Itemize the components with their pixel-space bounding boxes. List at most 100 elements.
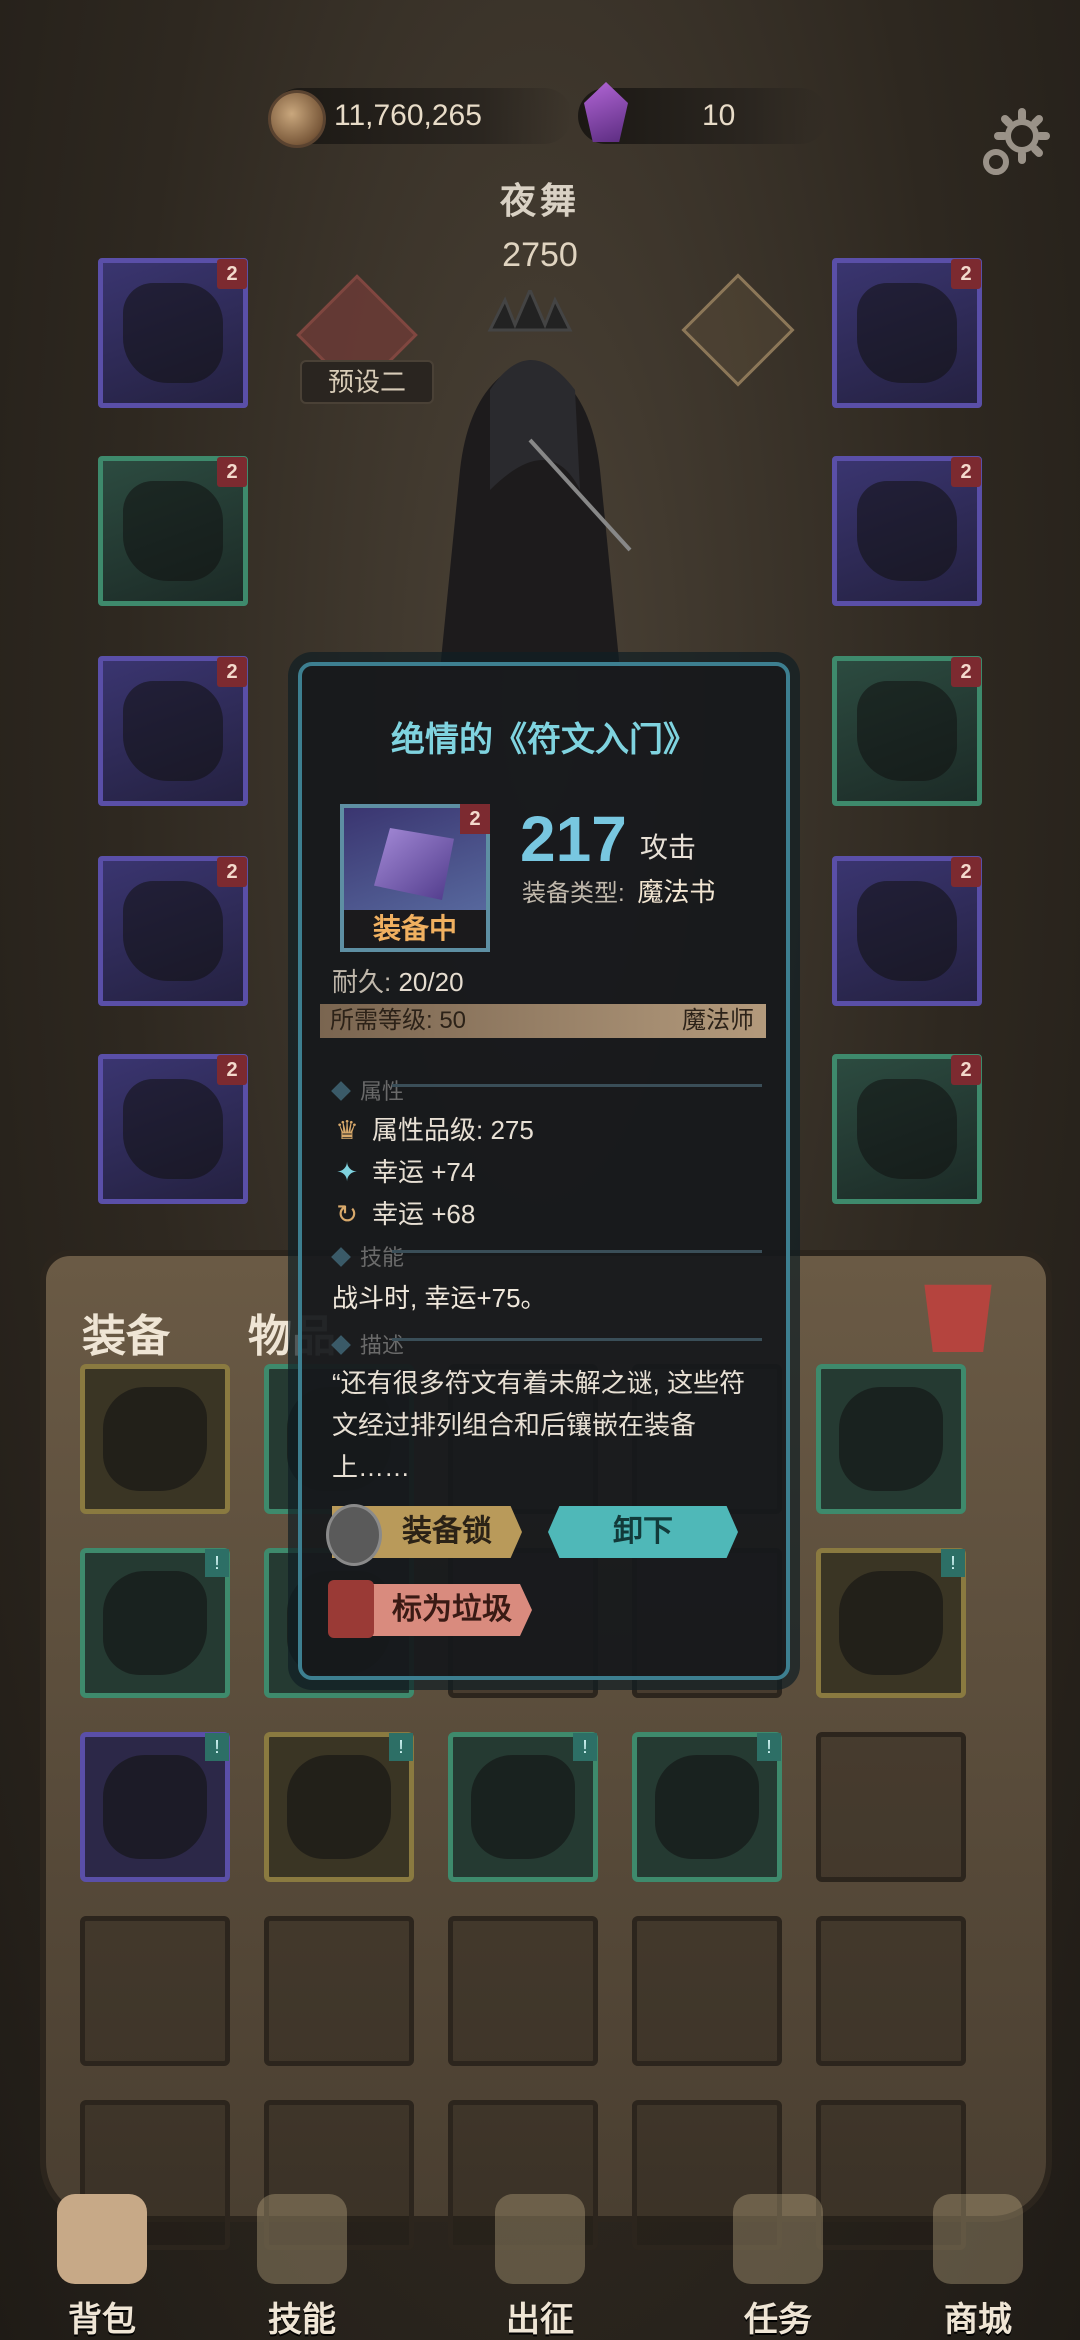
equip-slot-helmet[interactable]: 2 — [98, 258, 248, 408]
equip-slot-ring[interactable]: 2 — [832, 456, 982, 606]
sword-icon — [495, 2194, 585, 2284]
level-badge: 2 — [217, 657, 247, 687]
level-badge: 2 — [951, 1055, 981, 1085]
inventory-slot[interactable] — [264, 1916, 414, 2066]
resource-bar: 11,760,265 10 — [0, 82, 1080, 152]
star-ring-icon — [857, 681, 957, 781]
item-icon — [655, 1755, 759, 1859]
quest-scroll-icon — [733, 2194, 823, 2284]
required-level: 所需等级: 50 — [330, 1007, 467, 1034]
section-divider — [392, 1338, 762, 1341]
new-item-badge: ! — [205, 1549, 229, 1577]
unequip-button[interactable]: 卸下 — [548, 1506, 738, 1558]
level-badge: 2 — [951, 457, 981, 487]
spellbook-icon — [857, 1079, 957, 1179]
backpack-icon — [57, 2194, 147, 2284]
level-badge: 2 — [460, 804, 490, 834]
character-name: 夜舞 — [499, 180, 580, 221]
equip-slot-pants[interactable]: 2 — [98, 856, 248, 1006]
item-icon — [839, 1571, 943, 1675]
inventory-slot[interactable]: ! — [80, 1732, 230, 1882]
new-item-badge: ! — [389, 1733, 413, 1761]
inventory-slot[interactable] — [816, 1364, 966, 1514]
new-item-badge: ! — [941, 1549, 965, 1577]
gem-value: 10 — [702, 99, 736, 132]
durability-value: 20/20 — [398, 967, 464, 997]
pants-icon — [123, 881, 223, 981]
item-icon — [103, 1571, 207, 1675]
attack-value: 217 — [520, 803, 627, 875]
new-item-badge: ! — [205, 1733, 229, 1761]
item-icon — [471, 1755, 575, 1859]
section-divider — [392, 1084, 762, 1087]
tab-equipment[interactable]: 装备 — [82, 1300, 170, 1364]
required-class: 魔法师 — [682, 1007, 754, 1034]
shop-icon — [933, 2194, 1023, 2284]
crown-icon: ♛ — [335, 1115, 359, 1145]
nav-skills[interactable]: 技能 — [212, 2180, 392, 2340]
level-badge: 2 — [951, 857, 981, 887]
lantern-trash-icon — [328, 1580, 374, 1638]
section-divider — [392, 1250, 762, 1253]
wand-icon — [857, 881, 957, 981]
durability: 耐久: 20/20 — [332, 962, 464, 999]
coin-counter: 11,760,265 — [268, 88, 572, 148]
coin-icon — [268, 90, 326, 148]
lock-icon — [326, 1504, 382, 1566]
equip-type-label: 装备类型: — [522, 880, 625, 907]
nav-backpack[interactable]: 背包 — [12, 2180, 192, 2340]
purple-rose-icon — [857, 481, 957, 581]
inventory-slot[interactable]: ! — [80, 1548, 230, 1698]
item-icon — [103, 1387, 207, 1491]
equip-slot-amulet[interactable]: 2 — [832, 258, 982, 408]
new-item-badge: ! — [757, 1733, 781, 1761]
purple-gem-icon — [584, 82, 628, 142]
coin-value: 11,760,265 — [334, 99, 482, 132]
equip-slot-boots[interactable]: 2 — [98, 1054, 248, 1204]
equip-slot-gloves[interactable]: 2 — [98, 656, 248, 806]
description-text: “还有很多符文有着未解之谜, 这些符文经过排列组合和后镶嵌在装备上…… — [332, 1368, 746, 1482]
equip-slot-offhand[interactable]: 2 — [832, 1054, 982, 1204]
armor-icon — [123, 481, 223, 581]
gem-counter: 10 — [578, 82, 828, 144]
attribute-row: ✦ 幸运 +74 — [332, 1152, 475, 1189]
level-badge: 2 — [951, 657, 981, 687]
section-diamond-icon — [331, 1081, 351, 1101]
level-badge: 2 — [217, 457, 247, 487]
equip-slot-armor[interactable]: 2 — [98, 456, 248, 606]
level-badge: 2 — [951, 259, 981, 289]
bone-spine-icon — [123, 1079, 223, 1179]
equip-type-value: 魔法书 — [637, 877, 716, 907]
inventory-slot[interactable] — [632, 1916, 782, 2066]
inventory-slot[interactable] — [816, 1916, 966, 2066]
nav-quests[interactable]: 任务 — [688, 2180, 868, 2340]
nav-expedition[interactable]: 出征 — [450, 2180, 630, 2340]
skill-book-icon — [257, 2194, 347, 2284]
inventory-slot[interactable] — [448, 1916, 598, 2066]
attribute-row: ↻ 幸运 +68 — [332, 1194, 475, 1231]
level-badge: 2 — [217, 259, 247, 289]
section-diamond-icon — [331, 1335, 351, 1355]
sparkle-icon: ✦ — [336, 1157, 358, 1187]
inventory-slot[interactable]: ! — [816, 1548, 966, 1698]
game-screen: 11,760,265 10 夜舞 2750 预设二 2 2 2 2 2 2 2 … — [0, 0, 1080, 2340]
inventory-slot[interactable]: ! — [448, 1732, 598, 1882]
inventory-slot[interactable] — [80, 1364, 230, 1514]
equip-slot-weapon[interactable]: 2 — [832, 856, 982, 1006]
item-icon — [103, 1755, 207, 1859]
item-icon: 2 装备中 — [340, 804, 490, 952]
durability-label: 耐久: — [332, 967, 392, 997]
inventory-slot[interactable]: ! — [632, 1732, 782, 1882]
amulet-icon — [857, 283, 957, 383]
class-emblem-icon[interactable] — [681, 273, 795, 387]
inventory-slot[interactable]: ! — [264, 1732, 414, 1882]
section-diamond-icon — [331, 1247, 351, 1267]
nav-shop[interactable]: 商城 — [888, 2180, 1068, 2340]
level-badge: 2 — [217, 1055, 247, 1085]
section-description: 描述 — [360, 1333, 405, 1358]
equip-slot-bracelet[interactable]: 2 — [832, 656, 982, 806]
inventory-slot[interactable] — [816, 1732, 966, 1882]
helmet-icon — [123, 283, 223, 383]
skill-text: 战斗时, 幸运+75。 — [332, 1283, 547, 1313]
inventory-slot[interactable] — [80, 1916, 230, 2066]
